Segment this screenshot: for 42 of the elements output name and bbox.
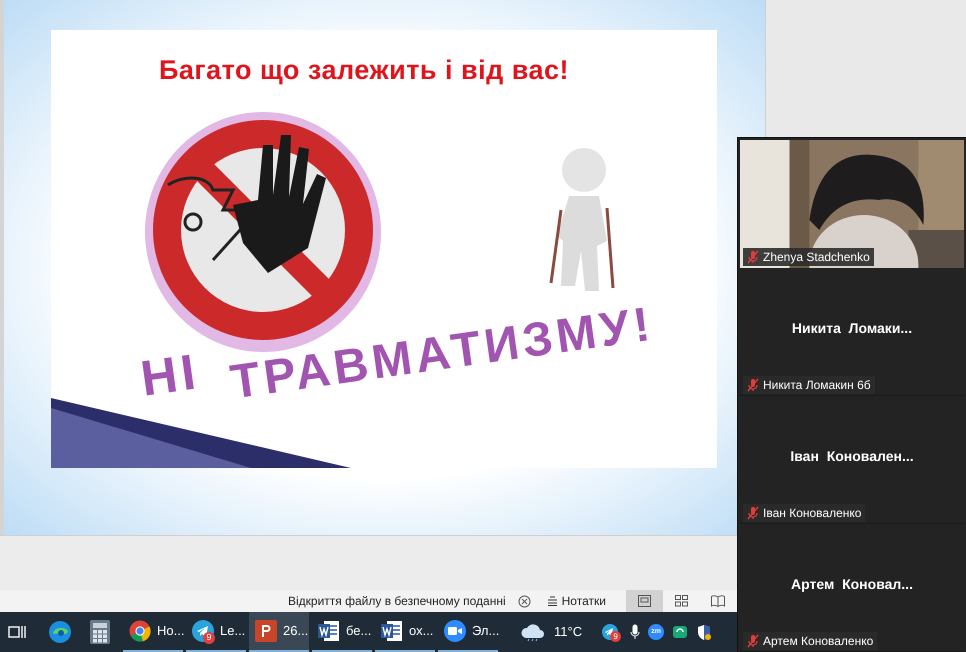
browser-icon <box>48 620 72 644</box>
notes-icon <box>546 596 558 606</box>
book-icon <box>711 595 726 607</box>
participant-name: Артем Коновал... <box>791 575 913 594</box>
shield-icon[interactable] <box>696 624 712 640</box>
notification-badge: 9 <box>203 632 215 644</box>
muted-mic-icon <box>747 250 759 264</box>
tray-app-icon[interactable] <box>672 624 688 640</box>
participant-name: Никита Ломаки... <box>792 319 912 338</box>
taskbar-app[interactable]: Но... <box>123 612 183 652</box>
participant-label: Іван Коноваленко <box>743 504 866 522</box>
task-view-icon[interactable] <box>8 624 26 640</box>
grid-icon <box>674 595 688 607</box>
participant-label: Никита Ломакин 6б <box>743 376 875 394</box>
muted-mic-icon <box>747 634 759 648</box>
view-button[interactable] <box>626 590 663 612</box>
slides-app-icon <box>255 620 277 642</box>
muted-mic-icon <box>747 378 759 392</box>
notes-button[interactable]: Нотатки <box>546 592 606 610</box>
document-app-icon <box>318 620 340 642</box>
slide-slogan: НІ <box>138 346 202 404</box>
taskbar-app[interactable]: 26... <box>249 612 309 652</box>
calculator-icon <box>90 620 110 644</box>
close-icon[interactable] <box>518 594 531 608</box>
taskbar-app[interactable]: Эл... <box>438 612 498 652</box>
weather-temperature[interactable]: 11°C <box>554 622 582 642</box>
taskbar-app[interactable]: ох... <box>375 612 435 652</box>
muted-mic-icon <box>747 506 759 520</box>
participant-name: Іван Коновален... <box>790 447 914 466</box>
status-message: Відкриття файлу в безпечному поданні <box>288 593 506 610</box>
video-camera-icon <box>444 620 466 642</box>
taskbar-app[interactable]: 9 Le... <box>186 612 246 652</box>
document-app-icon <box>381 620 403 642</box>
taskbar-app[interactable]: бе... <box>312 612 372 652</box>
slide-headline: Багато що залежить і від вас! <box>158 54 570 87</box>
cloud-icon[interactable] <box>520 622 546 642</box>
browser-icon <box>129 620 151 642</box>
participant-label: Артем Коноваленко <box>743 632 878 650</box>
microphone-icon[interactable] <box>630 624 640 640</box>
normal-view-icon <box>638 595 651 607</box>
notification-badge: 9 <box>610 631 622 642</box>
participant-label: Zhenya Stadchenko <box>743 248 874 266</box>
